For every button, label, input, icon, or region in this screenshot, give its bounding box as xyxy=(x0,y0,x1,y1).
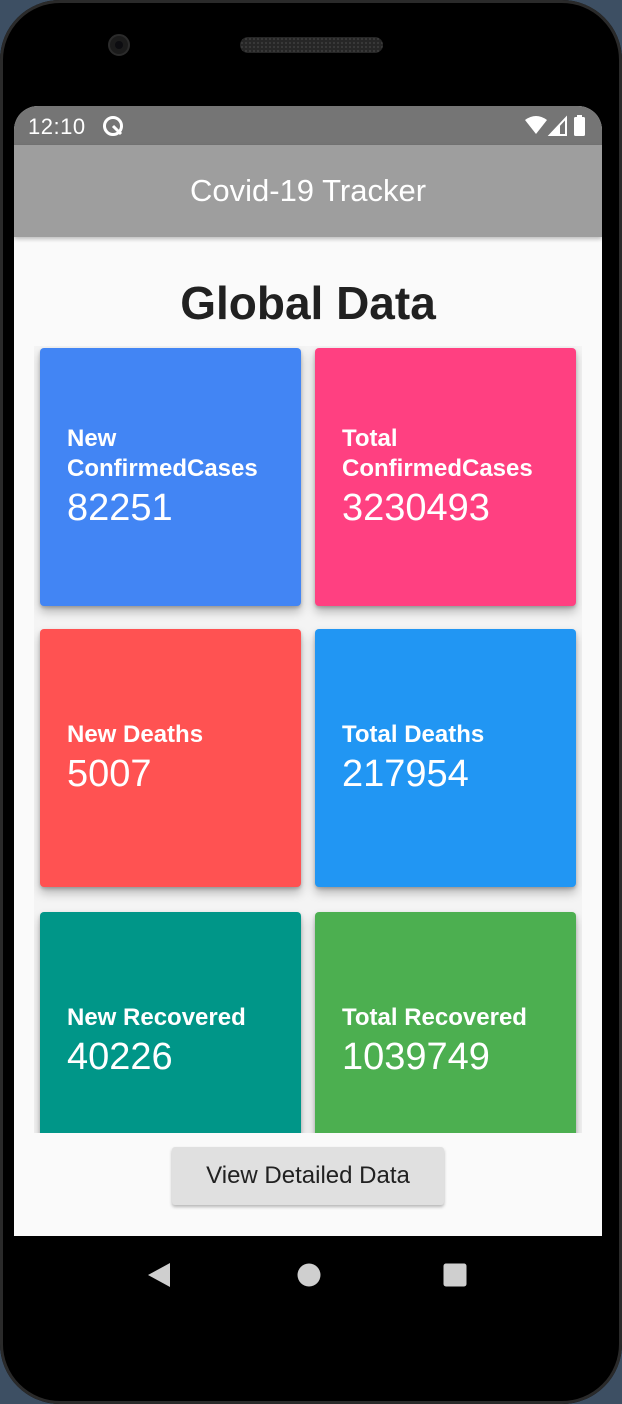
stats-grid[interactable]: New ConfirmedCases 82251 Total Confirmed… xyxy=(34,346,582,1133)
card-label: New Deaths xyxy=(67,721,204,748)
front-camera xyxy=(108,34,130,56)
card-value: 5007 xyxy=(67,753,152,795)
status-icons xyxy=(524,114,588,138)
stat-card-new-recovered: New Recovered 40226 xyxy=(40,912,301,1133)
earpiece-speaker xyxy=(240,37,383,53)
stat-card-total-recovered: Total Recovered 1039749 xyxy=(315,912,576,1133)
recents-icon[interactable] xyxy=(442,1262,468,1293)
app-bar: Covid-19 Tracker xyxy=(14,145,602,237)
page-title: Global Data xyxy=(180,277,436,329)
stat-card-new-deaths: New Deaths 5007 xyxy=(40,629,301,887)
card-label: Total Recovered xyxy=(342,1004,527,1031)
app-title: Covid-19 Tracker xyxy=(189,173,427,208)
stat-card-total-deaths: Total Deaths 217954 xyxy=(315,629,576,887)
battery-icon xyxy=(574,115,585,136)
navigation-bar xyxy=(14,1236,602,1314)
card-value: 1039749 xyxy=(342,1036,490,1078)
card-value: 40226 xyxy=(67,1036,173,1078)
card-value: 82251 xyxy=(67,487,173,529)
cell-signal-icon xyxy=(547,115,567,136)
home-icon[interactable] xyxy=(296,1262,322,1293)
stat-card-total-confirmed: Total ConfirmedCases 3230493 xyxy=(315,348,576,606)
status-time: 12:10 xyxy=(28,114,86,139)
stat-card-new-confirmed: New ConfirmedCases 82251 xyxy=(40,348,301,606)
card-label: New ConfirmedCases xyxy=(67,425,258,482)
card-value: 217954 xyxy=(342,753,469,795)
card-label: Total Deaths xyxy=(342,721,485,748)
screen: 12:10 Covid-19 Tracker Global Data New C… xyxy=(14,106,602,1236)
status-bar: 12:10 xyxy=(14,106,602,145)
card-label: Total ConfirmedCases xyxy=(342,425,533,482)
phone-frame: 12:10 Covid-19 Tracker Global Data New C… xyxy=(0,0,622,1404)
back-icon[interactable] xyxy=(146,1262,172,1293)
card-value: 3230493 xyxy=(342,487,490,529)
wifi-icon xyxy=(525,116,547,134)
card-label: New Recovered xyxy=(67,1004,246,1031)
view-detailed-data-button[interactable]: View Detailed Data xyxy=(172,1147,444,1205)
data-saver-icon xyxy=(102,115,124,137)
